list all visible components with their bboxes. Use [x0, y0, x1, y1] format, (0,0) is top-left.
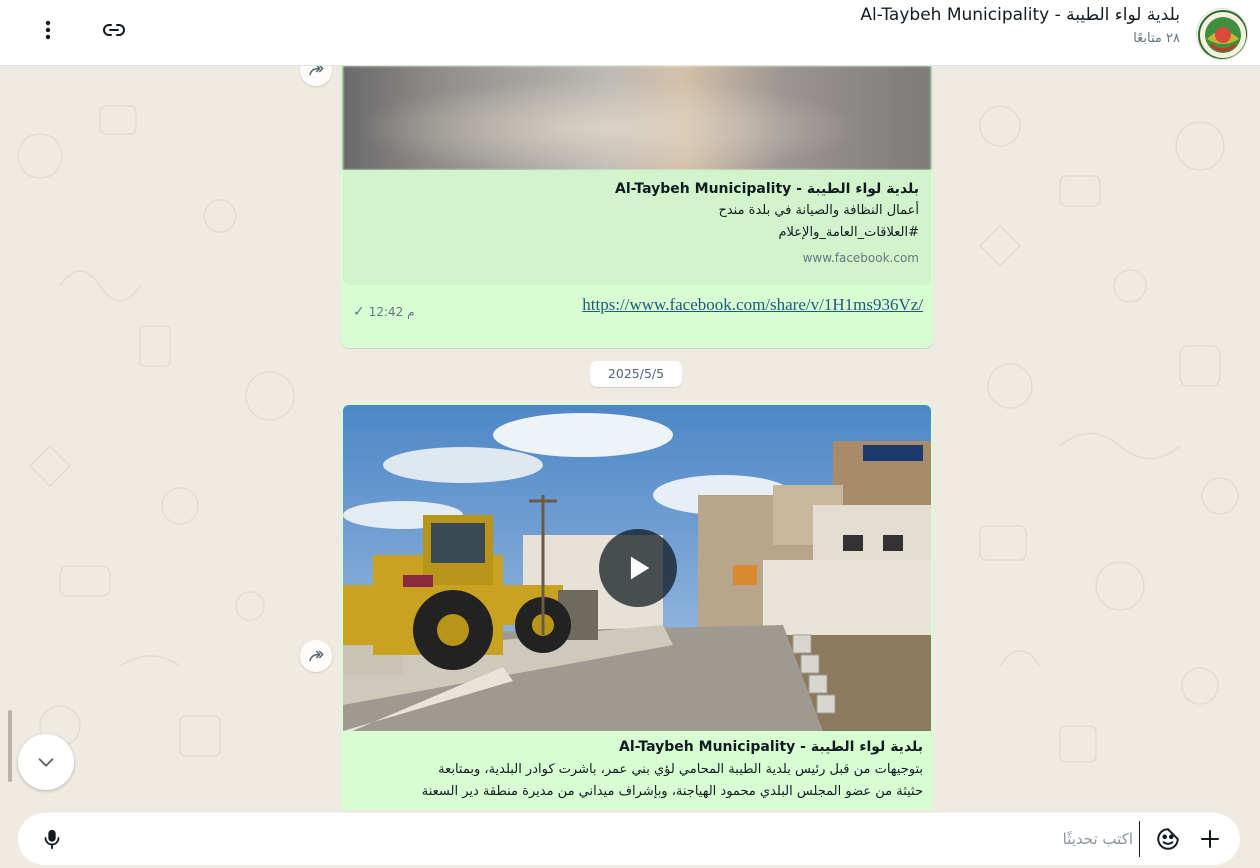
forward-icon — [309, 650, 324, 662]
link-preview[interactable]: بلدية لواء الطيبة - Al-Taybeh Municipali… — [343, 170, 931, 285]
video-caption: بلدية لواء الطيبة - Al-Taybeh Municipali… — [353, 735, 923, 803]
followers-count: ٢٨ متابعًا — [1133, 31, 1180, 46]
attach-button[interactable] — [1194, 823, 1226, 855]
voice-message-button[interactable] — [38, 825, 66, 853]
more-options-button[interactable] — [28, 10, 68, 50]
scrollbar-thumb[interactable] — [8, 710, 12, 782]
plus-icon — [1201, 830, 1219, 848]
preview-domain: www.facebook.com — [802, 251, 919, 265]
link-icon — [103, 24, 125, 36]
municipality-logo-icon — [1198, 10, 1247, 59]
play-icon — [630, 556, 650, 580]
channel-avatar[interactable] — [1196, 8, 1248, 60]
sent-check-icon: ✓ — [353, 304, 365, 320]
date-separator: 2025/5/5 — [590, 361, 682, 387]
caption-title: بلدية لواء الطيبة - Al-Taybeh Municipali… — [619, 739, 923, 755]
compose-box — [18, 813, 1240, 865]
sticker-button[interactable] — [1152, 823, 1184, 855]
video-thumbnail[interactable] — [343, 405, 931, 731]
sticker-icon — [1157, 828, 1179, 850]
microphone-icon — [44, 829, 60, 850]
caption-text-line: حثيثة من عضو المجلس البلدي محمود الهياجن… — [421, 784, 923, 799]
message-meta: ✓ 12:42 م — [353, 304, 415, 320]
forward-button[interactable] — [300, 640, 332, 672]
copy-link-button[interactable] — [94, 10, 134, 50]
message-link[interactable]: https://www.facebook.com/share/v/1H1ms93… — [582, 295, 923, 315]
message-input[interactable] — [440, 821, 1140, 857]
caption-text-line: بتوجيهات من قبل رئيس بلدية الطيبة المحام… — [438, 762, 923, 777]
message-bubble[interactable]: بلدية لواء الطيبة - Al-Taybeh Municipali… — [341, 66, 933, 348]
chat-area[interactable]: بلدية لواء الطيبة - Al-Taybeh Municipali… — [0, 66, 1260, 810]
chevron-down-icon — [38, 758, 54, 767]
message-time: 12:42 م — [368, 305, 415, 319]
forward-icon — [309, 66, 324, 76]
preview-title: بلدية لواء الطيبة - Al-Taybeh Municipali… — [615, 181, 919, 197]
video-message-bubble[interactable]: بلدية لواء الطيبة - Al-Taybeh Municipali… — [341, 403, 933, 810]
play-button[interactable] — [599, 529, 677, 607]
channel-title[interactable]: بلدية لواء الطيبة - Al-Taybeh Municipali… — [860, 5, 1180, 25]
more-vertical-icon — [45, 20, 51, 40]
channel-header: بلدية لواء الطيبة - Al-Taybeh Municipali… — [0, 0, 1260, 66]
preview-hashtag: #العلاقات_العامة_والإعلام — [778, 225, 919, 240]
scroll-to-bottom-button[interactable] — [18, 734, 74, 790]
preview-description: أعمال النظافة والصيانة في بلدة مندح — [718, 203, 919, 218]
compose-footer — [0, 810, 1260, 868]
